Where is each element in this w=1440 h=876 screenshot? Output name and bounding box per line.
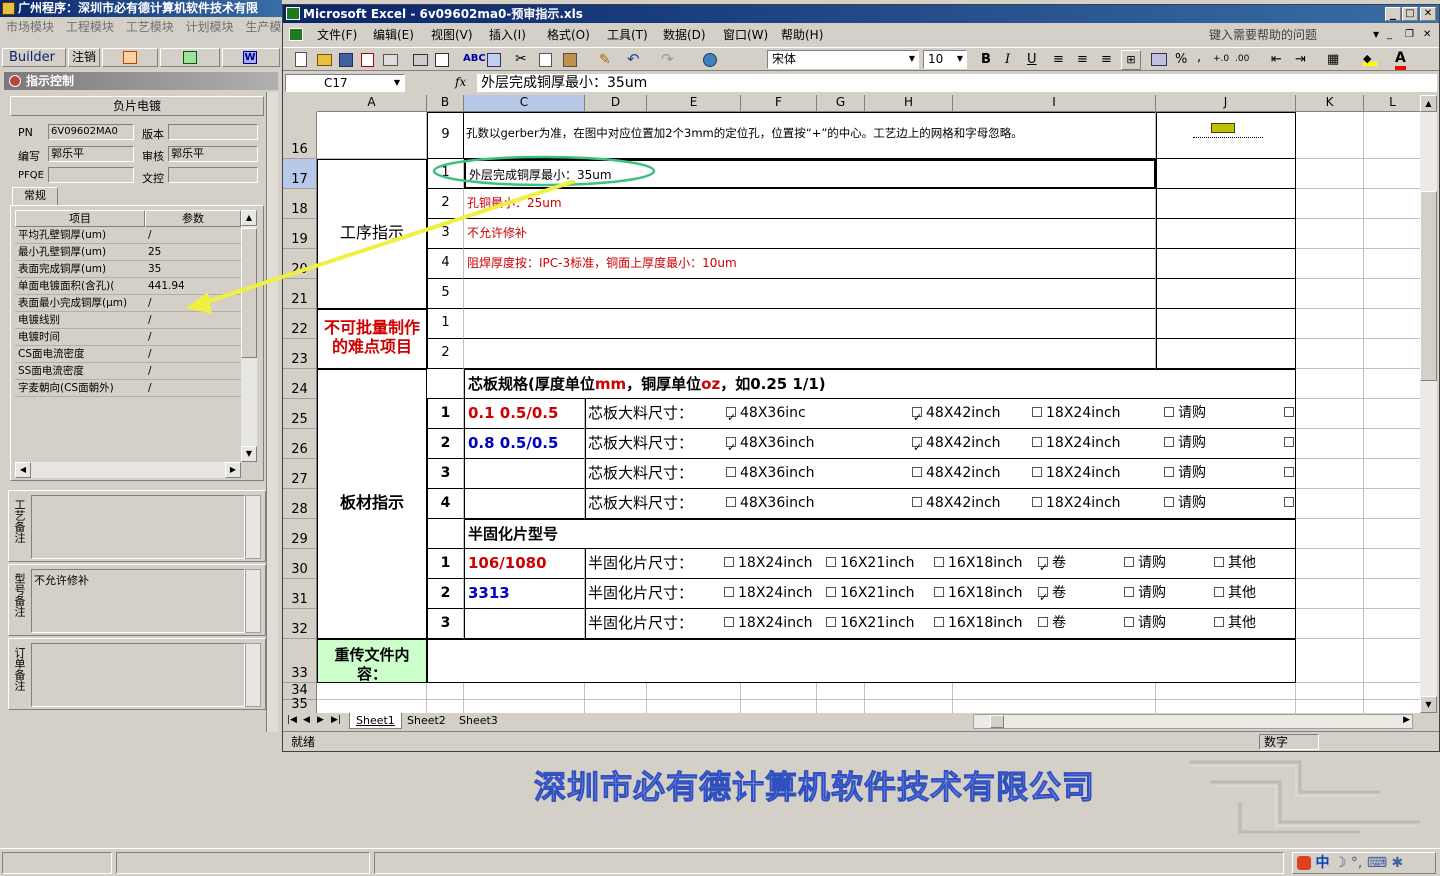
- annotation-overlay: [186, 155, 656, 314]
- ime-keyboard-icon[interactable]: ⌨: [1367, 855, 1387, 871]
- ime-mode[interactable]: 中: [1315, 855, 1329, 871]
- ime-toolbar[interactable]: 中 ☽ °, ⌨ ✱: [1292, 852, 1436, 874]
- ime-logo-icon[interactable]: [1297, 856, 1311, 870]
- taskbar-slot-2[interactable]: [116, 852, 370, 874]
- highlight-ellipse: [432, 155, 656, 187]
- taskbar: 中 ☽ °, ⌨ ✱: [0, 848, 1440, 876]
- circuit-decoration: [1190, 760, 1420, 834]
- arrowhead-icon: [186, 292, 212, 314]
- ime-moon-icon[interactable]: ☽: [1334, 855, 1347, 871]
- company-banner: 深圳市必有德计算机软件技术有限公司: [533, 768, 1096, 807]
- taskbar-slot-3[interactable]: [374, 852, 1284, 874]
- annotation-arrow: [199, 179, 576, 306]
- taskbar-slot-1[interactable]: [2, 852, 112, 874]
- ime-punct-icon[interactable]: °,: [1351, 855, 1362, 871]
- ime-settings-icon[interactable]: ✱: [1392, 855, 1404, 871]
